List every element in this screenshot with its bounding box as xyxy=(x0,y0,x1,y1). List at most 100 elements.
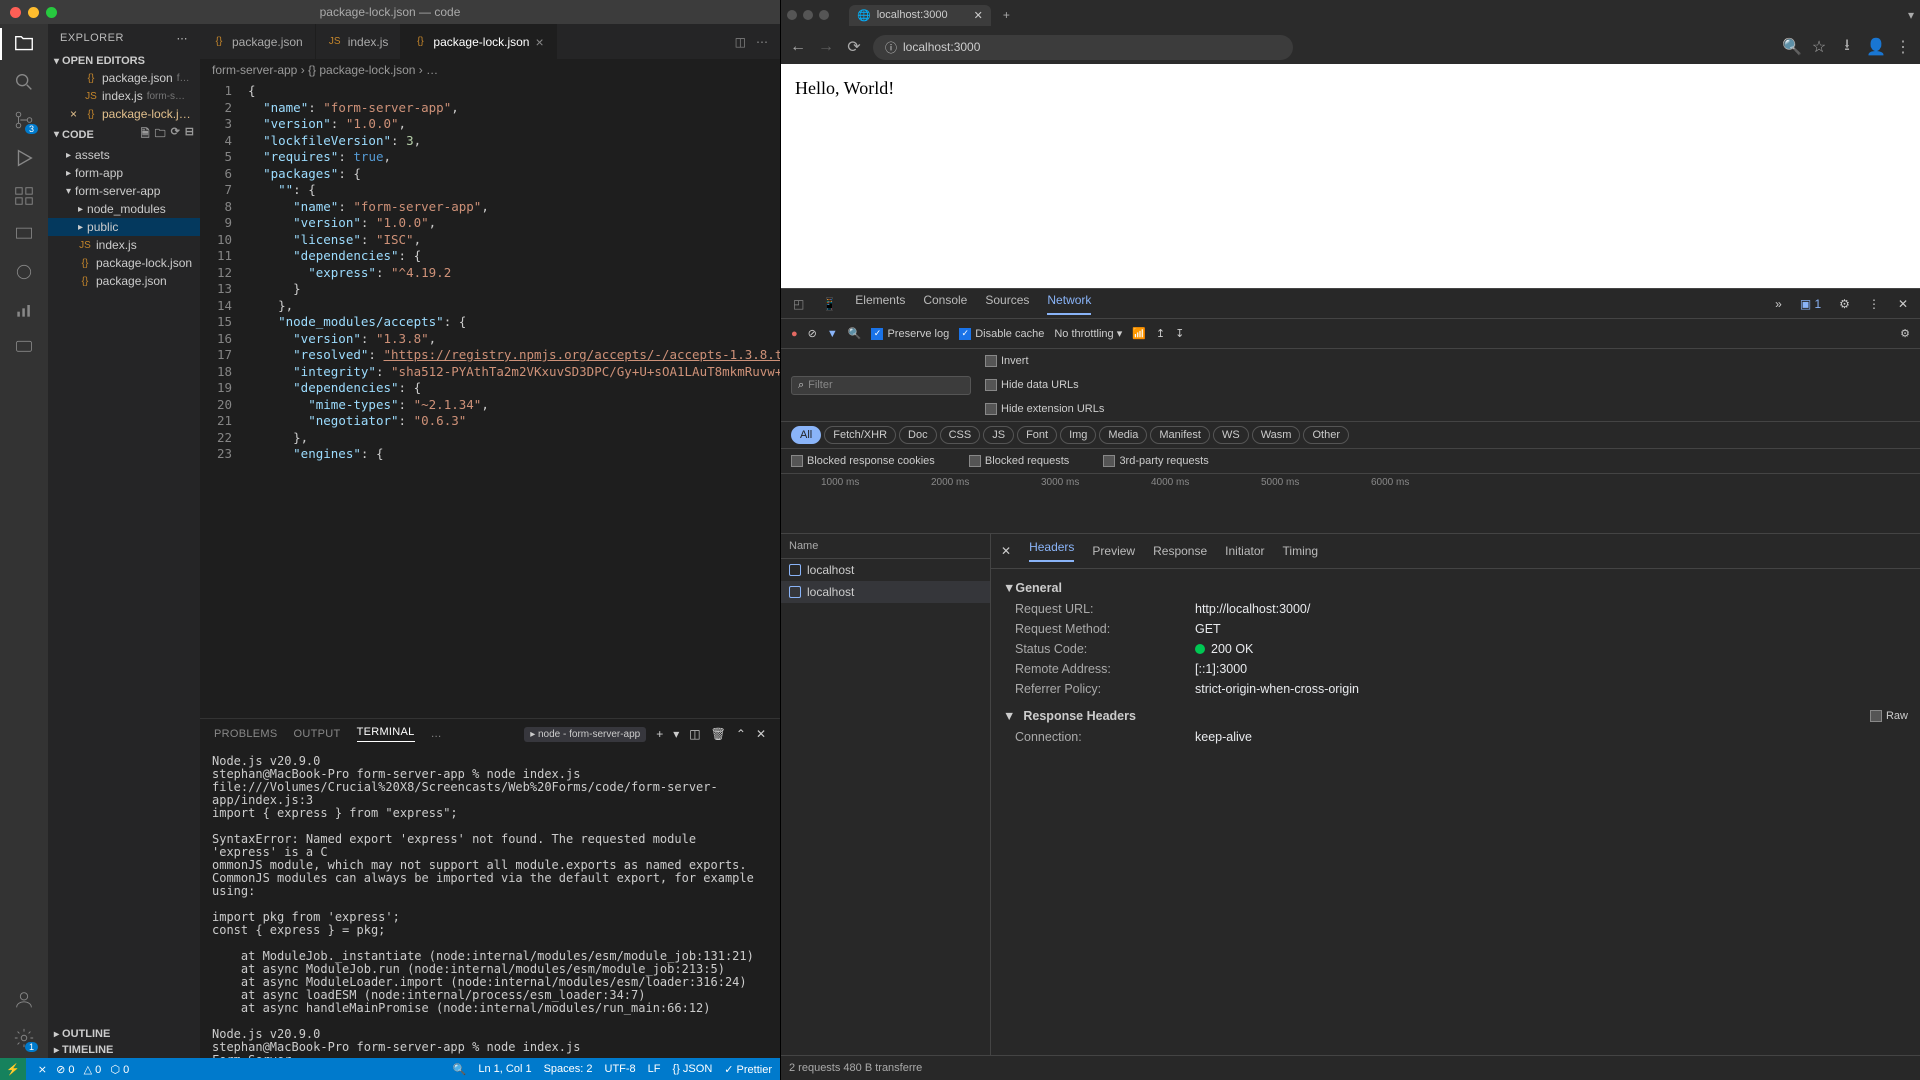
terminal-output[interactable]: Node.js v20.9.0 stephan@MacBook-Pro form… xyxy=(200,749,780,1058)
split-terminal-icon[interactable]: ◫ xyxy=(689,727,700,741)
clear-icon[interactable]: ⊘ xyxy=(808,327,817,340)
close-icon[interactable] xyxy=(787,10,797,20)
more-actions-icon[interactable]: ⋯ xyxy=(756,35,768,49)
status-item[interactable]: ⨯ xyxy=(38,1064,47,1076)
type-filter-pill[interactable]: Other xyxy=(1303,426,1349,444)
kill-terminal-icon[interactable]: 🗑 xyxy=(711,727,726,741)
status-item[interactable]: 🔍 xyxy=(453,1063,467,1076)
reload-icon[interactable]: ⟳ xyxy=(845,37,863,57)
collapse-icon[interactable]: ⊟ xyxy=(185,125,194,144)
panel-tab[interactable]: TERMINAL xyxy=(357,726,415,742)
dt-menu-icon[interactable]: ⋮ xyxy=(1868,297,1880,311)
type-filter-pill[interactable]: Manifest xyxy=(1150,426,1210,444)
raw-check[interactable]: Raw xyxy=(1870,710,1908,722)
status-item[interactable]: LF xyxy=(648,1063,661,1076)
devtools-tab[interactable]: Elements xyxy=(855,293,905,315)
type-filter-pill[interactable]: JS xyxy=(983,426,1014,444)
filter-check[interactable]: Invert xyxy=(985,355,1104,367)
outline-section[interactable]: ▸OUTLINE xyxy=(48,1026,200,1042)
filter-check[interactable]: Blocked requests xyxy=(969,455,1069,467)
network-conditions-icon[interactable]: 📶 xyxy=(1132,327,1146,340)
tab-close-icon[interactable]: × xyxy=(535,34,543,50)
folder-item[interactable]: ▸ node_modules xyxy=(48,200,200,218)
status-item[interactable]: Spaces: 2 xyxy=(544,1063,593,1076)
tab-close-icon[interactable]: ✕ xyxy=(974,9,983,22)
dt-close-icon[interactable]: ✕ xyxy=(1898,297,1908,311)
workspace-section[interactable]: ▾CODE🗎🗀⟳⊟ xyxy=(48,123,200,146)
remote-icon[interactable] xyxy=(12,222,36,246)
debug-icon[interactable] xyxy=(12,146,36,170)
maximize-window-btn[interactable] xyxy=(46,7,57,18)
network-timeline[interactable]: 1000 ms2000 ms3000 ms4000 ms5000 ms6000 … xyxy=(781,474,1920,534)
type-filter-pill[interactable]: Media xyxy=(1099,426,1147,444)
type-filter-pill[interactable]: WS xyxy=(1213,426,1249,444)
status-item[interactable]: ✓ Prettier xyxy=(724,1063,772,1076)
folder-item[interactable]: ▸ form-app xyxy=(48,164,200,182)
folder-item[interactable]: ▾ form-server-app xyxy=(48,182,200,200)
url-bar[interactable]: ⓘlocalhost:3000 xyxy=(873,35,1293,60)
new-folder-icon[interactable]: 🗀 xyxy=(155,125,166,144)
code-editor[interactable]: 1234567891011121314151617181920212223 { … xyxy=(200,81,780,718)
response-headers-section[interactable]: ▼Response HeadersRaw xyxy=(1003,705,1908,727)
filter-check[interactable]: Hide extension URLs xyxy=(985,403,1104,415)
detail-tab[interactable]: Headers xyxy=(1029,540,1074,562)
type-filter-pill[interactable]: Font xyxy=(1017,426,1057,444)
file-item[interactable]: {}package.json xyxy=(48,272,200,290)
open-editor-item[interactable]: JSindex.js form-s… xyxy=(48,87,200,105)
minimize-window-btn[interactable] xyxy=(28,7,39,18)
new-tab-icon[interactable]: + xyxy=(997,8,1016,22)
status-item[interactable]: {} JSON xyxy=(673,1063,713,1076)
bookmark-icon[interactable]: ☆ xyxy=(1810,37,1828,57)
devtools-tab[interactable]: Sources xyxy=(985,293,1029,315)
inspect-icon[interactable]: ◰ xyxy=(793,297,804,311)
import-har-icon[interactable]: ↥ xyxy=(1156,327,1165,340)
detail-tab[interactable]: Response xyxy=(1153,544,1207,558)
editor-tab[interactable]: {}package.json xyxy=(200,24,316,59)
type-filter-pill[interactable]: Doc xyxy=(899,426,937,444)
type-filter-pill[interactable]: Fetch/XHR xyxy=(824,426,896,444)
site-info-icon[interactable]: ⓘ xyxy=(885,39,897,56)
detail-tab[interactable]: Initiator xyxy=(1225,544,1264,558)
remote-status[interactable]: ⚡ xyxy=(0,1058,26,1080)
account-icon[interactable] xyxy=(12,988,36,1012)
folder-item[interactable]: ▸ public xyxy=(48,218,200,236)
search-icon[interactable]: 🔍 xyxy=(848,327,862,340)
editor-tab[interactable]: {}package-lock.json× xyxy=(401,24,556,59)
type-filter-pill[interactable]: All xyxy=(791,426,821,444)
search-icon[interactable] xyxy=(12,70,36,94)
filter-check[interactable]: Blocked response cookies xyxy=(791,455,935,467)
status-item[interactable]: ⊘ 0 xyxy=(56,1064,74,1076)
status-item[interactable]: ⬡ 0 xyxy=(110,1064,129,1076)
detail-tab[interactable]: Timing xyxy=(1283,544,1319,558)
devtools-tab[interactable]: Network xyxy=(1047,293,1091,315)
edge-icon[interactable] xyxy=(12,260,36,284)
filter-input[interactable]: ⌕Filter xyxy=(791,376,971,395)
export-har-icon[interactable]: ↧ xyxy=(1175,327,1184,340)
more-tabs-icon[interactable]: » xyxy=(1775,297,1782,311)
dt-panel-settings-icon[interactable]: ⚙ xyxy=(1900,327,1910,340)
more-icon[interactable]: ⋯ xyxy=(177,32,189,45)
record-icon[interactable]: ● xyxy=(791,328,798,340)
panel-tab[interactable]: … xyxy=(431,728,442,740)
maximize-panel-icon[interactable]: ⌃ xyxy=(736,727,746,741)
graph-icon[interactable] xyxy=(12,298,36,322)
browser-tab[interactable]: 🌐localhost:3000✕ xyxy=(849,5,991,26)
status-item[interactable]: Ln 1, Col 1 xyxy=(478,1063,531,1076)
close-panel-icon[interactable]: ✕ xyxy=(756,727,766,741)
issues-icon[interactable]: ▣ 1 xyxy=(1800,297,1821,311)
zoom-icon[interactable]: 🔍 xyxy=(1782,37,1800,57)
maximize-icon[interactable] xyxy=(819,10,829,20)
dt-settings-icon[interactable]: ⚙ xyxy=(1839,297,1850,311)
type-filter-pill[interactable]: Wasm xyxy=(1252,426,1301,444)
status-item[interactable]: △ 0 xyxy=(84,1064,102,1076)
type-filter-pill[interactable]: CSS xyxy=(940,426,981,444)
open-editor-item[interactable]: ×{}package-lock.j… xyxy=(48,105,200,123)
settings-gear-icon[interactable]: 1 xyxy=(12,1026,36,1050)
request-row[interactable]: localhost xyxy=(781,559,990,581)
forward-icon[interactable]: → xyxy=(817,38,835,56)
open-editor-item[interactable]: {}package.json f… xyxy=(48,69,200,87)
filter-toggle-icon[interactable]: ▼ xyxy=(827,328,838,340)
folder-item[interactable]: ▸ assets xyxy=(48,146,200,164)
name-column-header[interactable]: Name xyxy=(781,534,990,559)
status-item[interactable]: UTF-8 xyxy=(605,1063,636,1076)
